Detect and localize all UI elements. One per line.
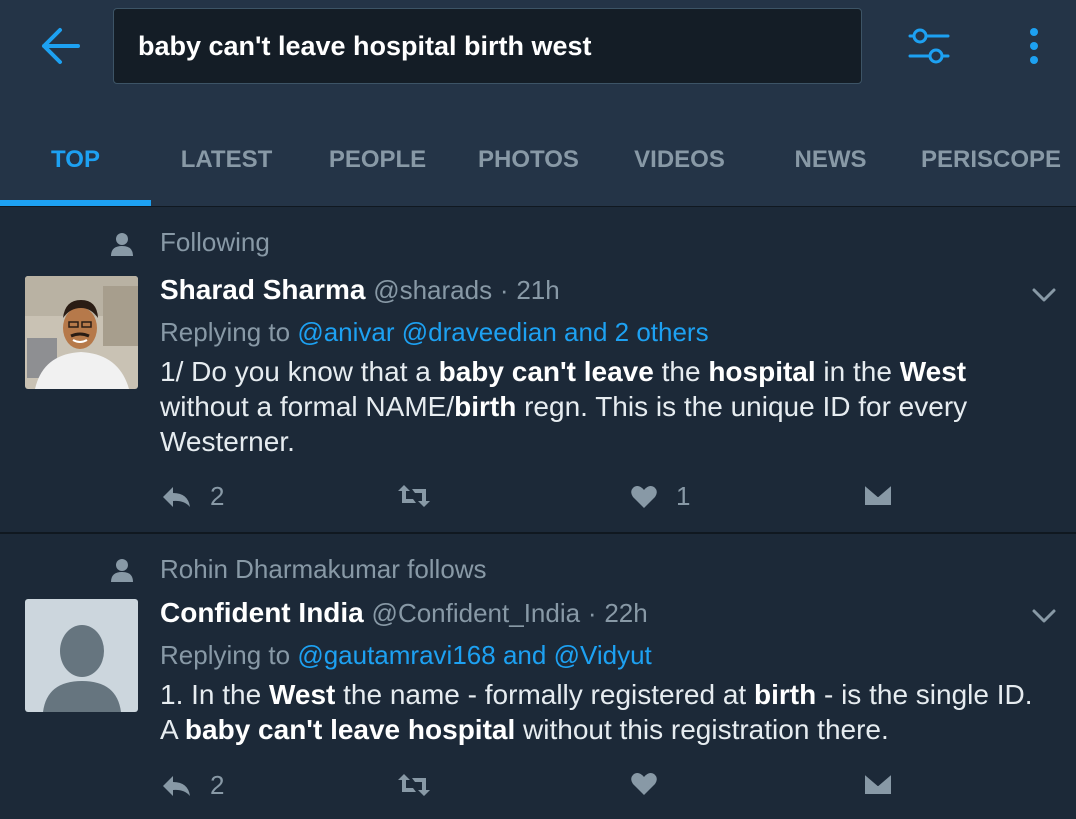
timestamp: 22h — [604, 598, 648, 628]
mention-link[interactable]: @draveedian and 2 others — [402, 317, 709, 347]
replying-prefix: Replying to — [160, 317, 291, 347]
direct-message-button[interactable] — [862, 482, 894, 508]
text-run: birth — [454, 391, 517, 422]
top-bar: TOP LATEST PEOPLE PHOTOS VIDEOS NEWS PER… — [0, 0, 1076, 207]
mention-link[interactable]: @Vidyut — [554, 640, 652, 670]
chevron-down-icon[interactable] — [1030, 285, 1058, 305]
text-run: hospital — [708, 356, 816, 387]
tab-top[interactable]: TOP — [0, 118, 151, 202]
heart-icon — [630, 483, 658, 511]
reply-icon — [160, 483, 192, 511]
filter-sliders-icon[interactable] — [906, 26, 952, 66]
replying-to: Replying to @anivar @draveedian and 2 ot… — [160, 317, 709, 348]
social-context: Following — [160, 227, 270, 257]
like-count: 1 — [676, 481, 691, 511]
display-name[interactable]: Confident India — [160, 597, 364, 628]
text-run: without this registration there. — [515, 714, 889, 745]
tab-latest[interactable]: LATEST — [151, 118, 302, 202]
user-handle[interactable]: @Confident_India — [372, 598, 581, 628]
envelope-icon — [862, 482, 894, 508]
tweet-item[interactable]: Rohin Dharmakumar follows Confident Indi… — [0, 534, 1076, 819]
replying-prefix: Replying to — [160, 640, 291, 670]
mention-link[interactable]: @gautamravi168 — [297, 640, 495, 670]
text-run: baby can't leave — [438, 356, 654, 387]
text-run: without a formal NAME/ — [160, 391, 455, 422]
avatar[interactable] — [25, 276, 138, 389]
person-icon — [108, 556, 136, 584]
tweet-header: Sharad Sharma @sharads · 21h — [160, 274, 560, 306]
social-context: Rohin Dharmakumar follows — [160, 554, 487, 584]
retweet-button[interactable] — [396, 772, 450, 798]
search-tabs: TOP LATEST PEOPLE PHOTOS VIDEOS NEWS PER… — [0, 118, 1076, 202]
avatar[interactable] — [25, 599, 138, 712]
user-handle[interactable]: @sharads — [373, 275, 492, 305]
back-arrow-icon[interactable] — [38, 26, 82, 66]
text-run: birth — [753, 679, 817, 710]
retweet-icon — [396, 483, 432, 509]
person-icon — [108, 230, 136, 258]
tab-videos[interactable]: VIDEOS — [604, 118, 755, 202]
retweet-button[interactable] — [396, 483, 450, 509]
reply-count: 2 — [210, 770, 225, 800]
text-run: West — [899, 356, 967, 387]
tab-news[interactable]: NEWS — [755, 118, 906, 202]
tweet-text: 1. In the West the name - formally regis… — [160, 677, 1040, 747]
heart-icon — [630, 770, 658, 798]
reply-count: 2 — [210, 481, 225, 511]
display-name[interactable]: Sharad Sharma — [160, 274, 365, 305]
replying-to: Replying to @gautamravi168 and @Vidyut — [160, 640, 652, 671]
reply-button[interactable]: 2 — [160, 770, 224, 801]
tweet-text: 1/ Do you know that a baby can't leave t… — [160, 354, 1040, 459]
separator-dot: · — [499, 275, 509, 305]
chevron-down-icon[interactable] — [1030, 606, 1058, 626]
overflow-menu-icon[interactable] — [1020, 24, 1048, 68]
mention-link[interactable]: @anivar — [297, 317, 394, 347]
text-run: West — [268, 679, 336, 710]
timestamp: 21h — [516, 275, 560, 305]
text-run: 1/ Do you know that a — [160, 356, 439, 387]
search-input[interactable] — [138, 9, 838, 83]
reply-button[interactable]: 2 — [160, 481, 224, 512]
text-run: the — [653, 356, 709, 387]
like-button[interactable]: 1 — [630, 481, 690, 512]
direct-message-button[interactable] — [862, 771, 894, 797]
text-run: in the — [815, 356, 900, 387]
mention-connector: and — [502, 640, 547, 670]
retweet-icon — [396, 772, 432, 798]
text-run: the name - formally registered at — [335, 679, 754, 710]
text-run: 1. In the — [160, 679, 269, 710]
text-run: baby can't leave hospital — [184, 714, 516, 745]
tab-people[interactable]: PEOPLE — [302, 118, 453, 202]
tab-periscope[interactable]: PERISCOPE — [906, 118, 1076, 202]
tweet-item[interactable]: Following Sharad Sharma @sharads · 21h R… — [0, 207, 1076, 533]
separator-dot: · — [587, 598, 597, 628]
tweet-header: Confident India @Confident_India · 22h — [160, 597, 648, 629]
tab-photos[interactable]: PHOTOS — [453, 118, 604, 202]
reply-icon — [160, 772, 192, 800]
envelope-icon — [862, 771, 894, 797]
like-button[interactable] — [630, 770, 676, 798]
search-box[interactable] — [113, 8, 862, 84]
